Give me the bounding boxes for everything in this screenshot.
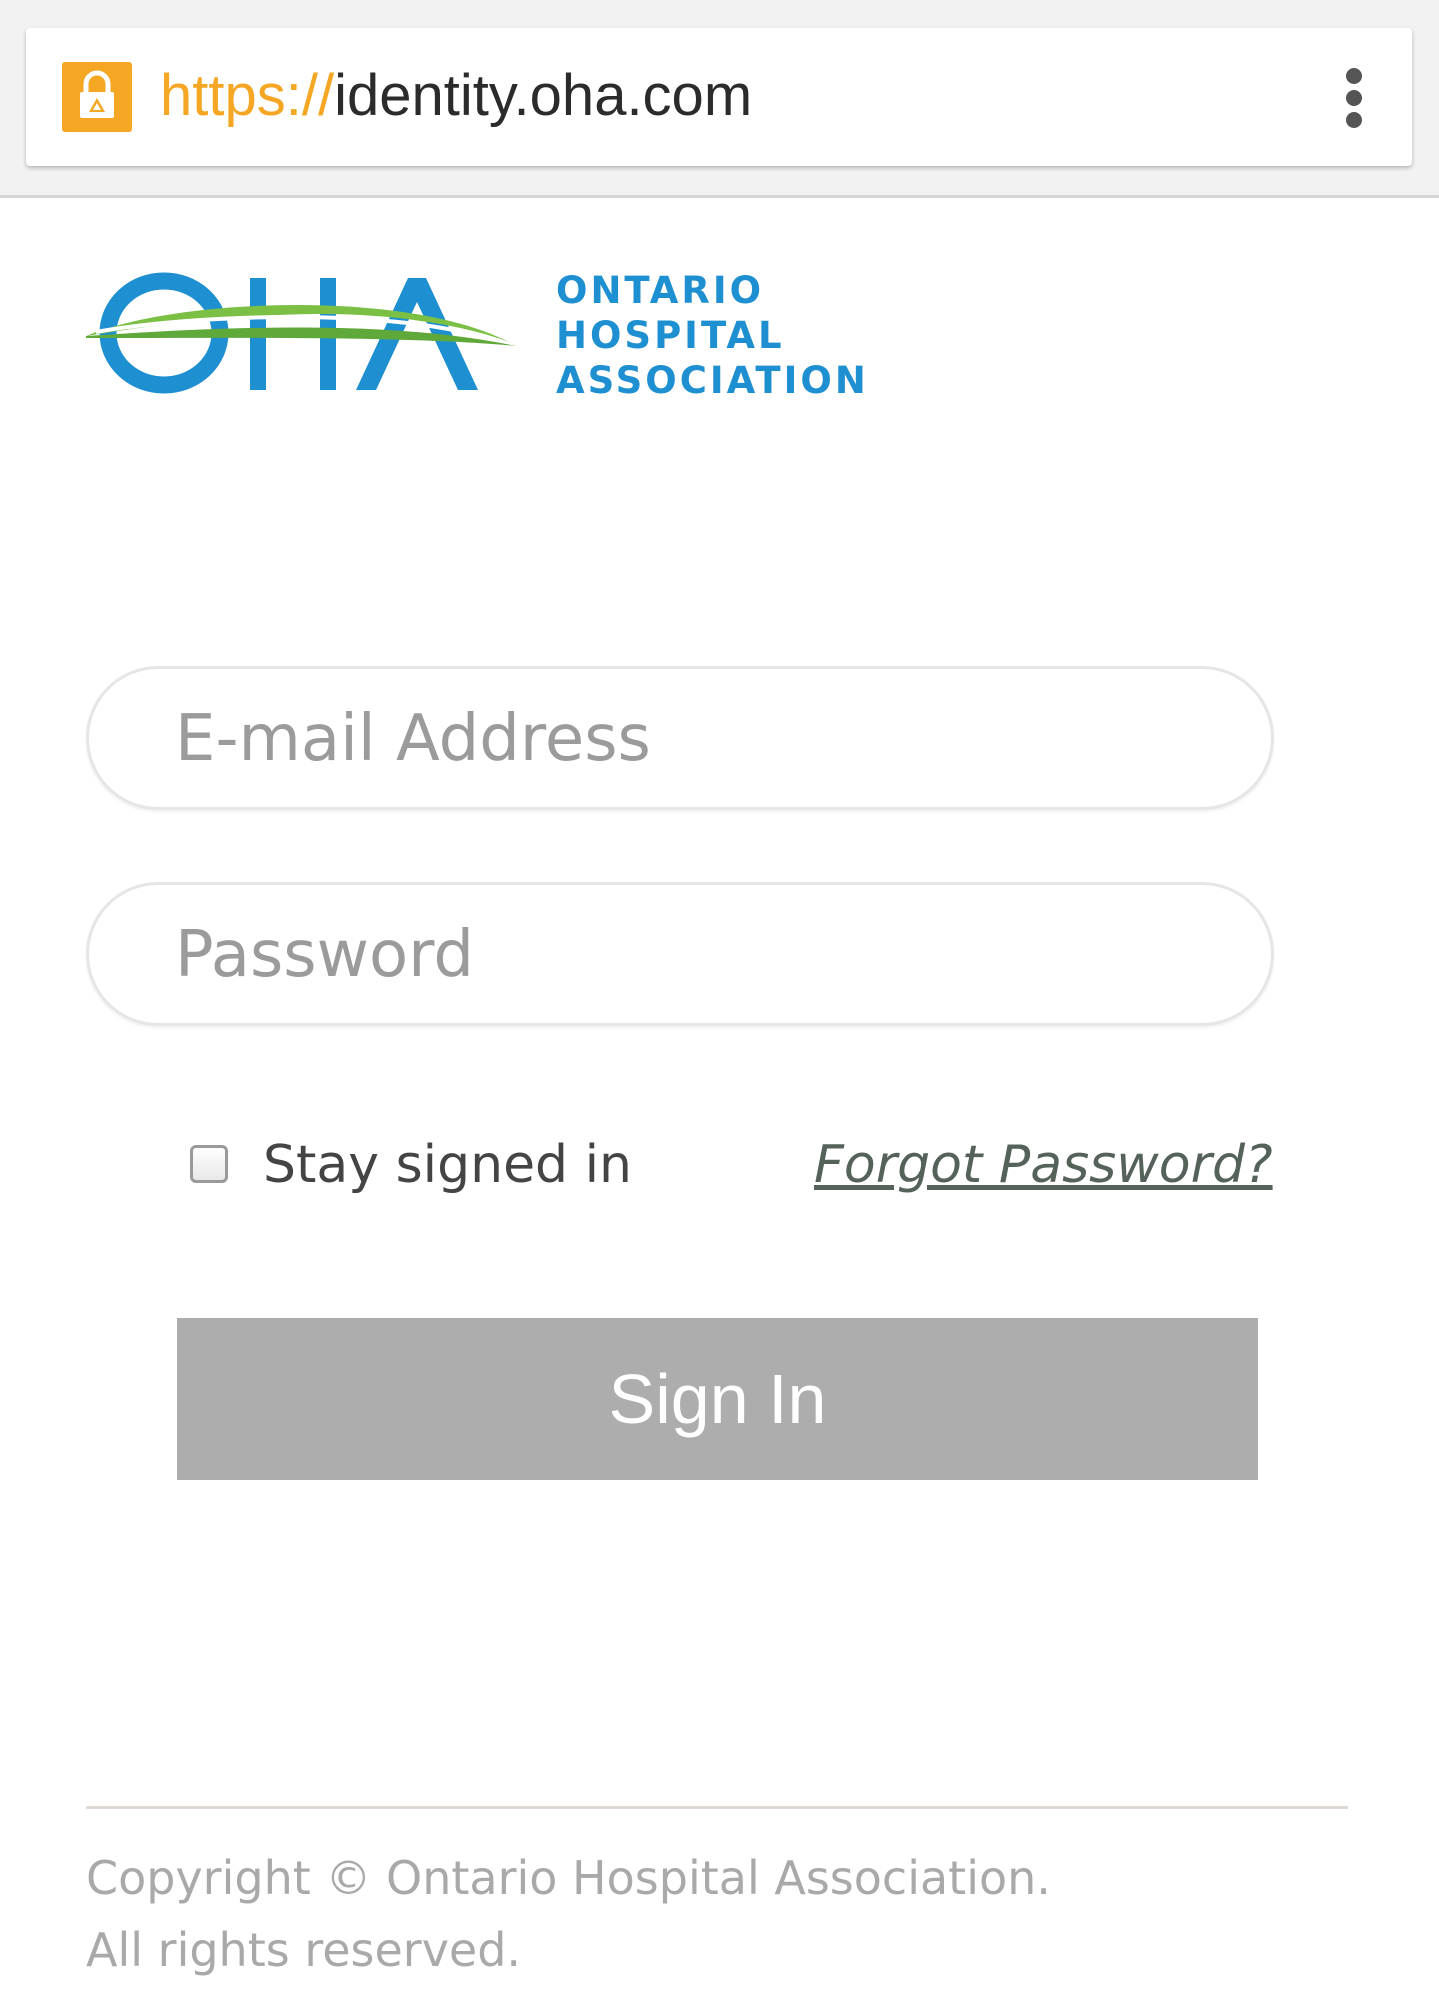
address-bar[interactable]: https://identity.oha.com xyxy=(26,28,1412,166)
stay-signed-in-label[interactable]: Stay signed in xyxy=(263,1135,632,1195)
password-input[interactable] xyxy=(175,905,1175,1005)
logo-line-ontario: ONTARIO xyxy=(556,269,765,312)
footer-copyright: Copyright © Ontario Hospital Association… xyxy=(86,1842,1051,1986)
footer-line-rights: All rights reserved. xyxy=(86,1923,522,1977)
forgot-password-link[interactable]: Forgot Password? xyxy=(814,1135,1273,1195)
logo-line-hospital: HOSPITAL xyxy=(556,314,785,357)
sign-in-button[interactable]: Sign In xyxy=(177,1318,1258,1480)
password-field[interactable] xyxy=(86,882,1274,1026)
browser-toolbar: https://identity.oha.com xyxy=(0,0,1439,198)
email-field[interactable] xyxy=(86,666,1274,810)
email-input[interactable] xyxy=(175,689,1175,789)
stay-signed-in-checkbox[interactable] xyxy=(190,1145,228,1183)
logo-line-association: ASSOCIATION xyxy=(556,359,869,402)
logo-wordmark: ONTARIO HOSPITAL ASSOCIATION xyxy=(556,268,869,403)
url-scheme: https:// xyxy=(160,63,335,128)
lock-icon[interactable] xyxy=(62,62,132,132)
url-host: identity.oha.com xyxy=(334,63,753,128)
footer-divider xyxy=(86,1806,1348,1809)
oha-logo-mark xyxy=(86,272,516,394)
more-vert-icon[interactable] xyxy=(1344,68,1364,128)
footer-line-copyright: Copyright © Ontario Hospital Association… xyxy=(86,1851,1051,1905)
oha-logo[interactable]: ONTARIO HOSPITAL ASSOCIATION xyxy=(86,258,866,408)
url-text[interactable]: https://identity.oha.com xyxy=(160,56,752,136)
